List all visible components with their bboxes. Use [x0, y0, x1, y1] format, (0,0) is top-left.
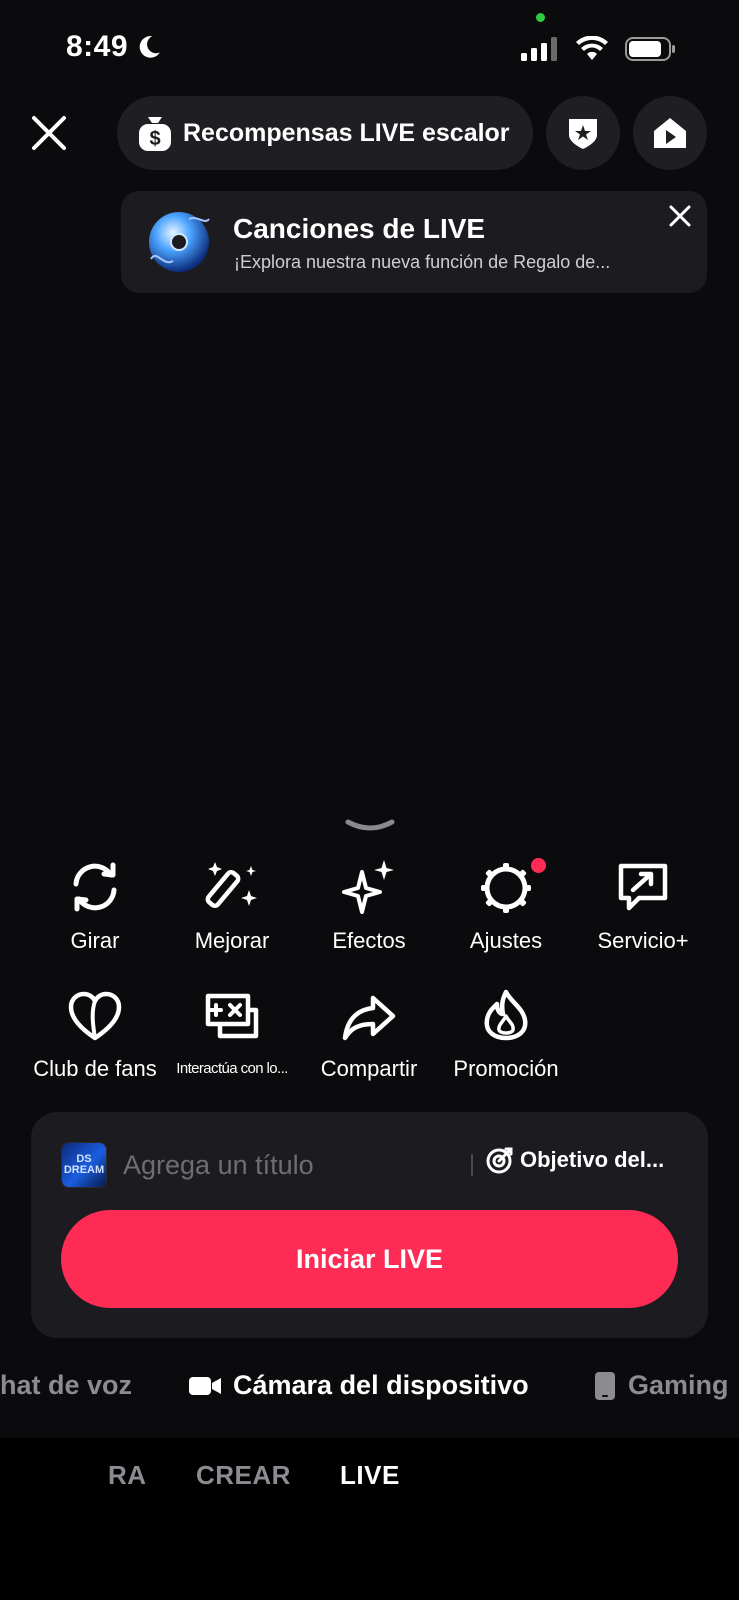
live-songs-banner[interactable]: Canciones de LIVE ¡Explora nuestra nueva… — [121, 191, 707, 293]
music-disc-icon — [149, 212, 210, 272]
tool-enhance[interactable]: Mejorar — [167, 852, 297, 954]
phone-icon — [595, 1371, 615, 1400]
banner-close-icon[interactable] — [667, 203, 693, 229]
chevron-down-icon[interactable] — [345, 818, 395, 834]
service-chat-icon — [618, 863, 668, 911]
tool-label: Club de fans — [33, 1056, 157, 1081]
tool-promotion[interactable]: Promoción — [441, 980, 571, 1082]
live-setup-panel: DS DREAM Objetivo del... Iniciar LIVE — [31, 1112, 708, 1338]
moon-icon — [139, 36, 160, 58]
tool-interact[interactable]: Interactúa con lo... — [167, 980, 297, 1077]
app-avatar[interactable]: DS DREAM — [61, 1142, 107, 1188]
goal-button[interactable]: Objetivo del... — [486, 1146, 664, 1174]
target-icon — [486, 1147, 513, 1174]
tool-rotate[interactable]: Girar — [30, 852, 160, 954]
mode-selector: hat de voz Cámara del dispositivo Gaming — [0, 1370, 739, 1410]
status-time: 8:49 — [66, 30, 162, 64]
camera-indicator-dot — [536, 13, 545, 22]
tool-label: Promoción — [453, 1056, 559, 1081]
bottom-nav-bar: RA CREAR LIVE — [0, 1438, 739, 1600]
tool-settings[interactable]: Ajustes — [441, 852, 571, 954]
mode-voice-chat[interactable]: hat de voz — [0, 1370, 132, 1401]
wifi-icon — [576, 36, 608, 60]
tool-label: Servicio+ — [597, 928, 689, 953]
nav-item-partial[interactable]: RA — [108, 1460, 147, 1491]
tool-service-plus[interactable]: Servicio+ — [578, 852, 708, 954]
divider — [471, 1154, 473, 1176]
tool-label: Compartir — [320, 1056, 418, 1081]
tool-label: Interactúa con lo... — [176, 1060, 288, 1077]
nav-item-live[interactable]: LIVE — [340, 1460, 400, 1491]
flame-icon — [484, 989, 528, 1041]
tool-label: Ajustes — [469, 928, 543, 953]
rewards-label: Recompensas LIVE escalor — [183, 118, 510, 147]
share-icon — [342, 995, 396, 1041]
status-icons — [521, 36, 677, 62]
tool-fan-club[interactable]: Club de fans — [30, 980, 160, 1082]
start-live-button[interactable]: Iniciar LIVE — [61, 1210, 678, 1308]
mode-gaming[interactable]: Gaming — [594, 1370, 729, 1401]
house-play-icon — [654, 118, 686, 148]
sparkles-icon — [342, 860, 394, 914]
game-chat-icon — [205, 993, 259, 1039]
tool-label: Efectos — [332, 928, 406, 953]
video-camera-icon — [189, 1376, 221, 1395]
tool-label: Mejorar — [194, 928, 270, 953]
shield-star-icon — [569, 119, 597, 149]
live-rewards-pill[interactable]: $ Recompensas LIVE escalor — [117, 96, 533, 170]
moderation-button[interactable] — [546, 96, 620, 170]
home-video-button[interactable] — [633, 96, 707, 170]
tool-share[interactable]: Compartir — [304, 980, 434, 1082]
gear-icon — [481, 863, 531, 913]
heart-icon — [68, 991, 122, 1041]
nav-item-create[interactable]: CREAR — [196, 1460, 291, 1491]
title-input[interactable] — [121, 1140, 455, 1190]
notification-dot — [531, 858, 546, 873]
money-bag-icon: $ — [139, 117, 171, 151]
tool-label: Girar — [70, 928, 120, 953]
banner-title: Canciones de LIVE — [233, 213, 486, 244]
mode-device-camera[interactable]: Cámara del dispositivo — [189, 1370, 529, 1401]
tool-effects[interactable]: Efectos — [304, 852, 434, 954]
magic-wand-icon — [205, 862, 257, 909]
rotate-icon — [73, 862, 117, 912]
banner-subtitle: ¡Explora nuestra nueva función de Regalo… — [234, 252, 611, 272]
battery-icon — [625, 37, 675, 61]
svg-text:$: $ — [149, 128, 160, 150]
cellular-signal-icon — [521, 37, 557, 61]
close-button[interactable] — [28, 112, 70, 154]
close-icon — [32, 116, 66, 150]
